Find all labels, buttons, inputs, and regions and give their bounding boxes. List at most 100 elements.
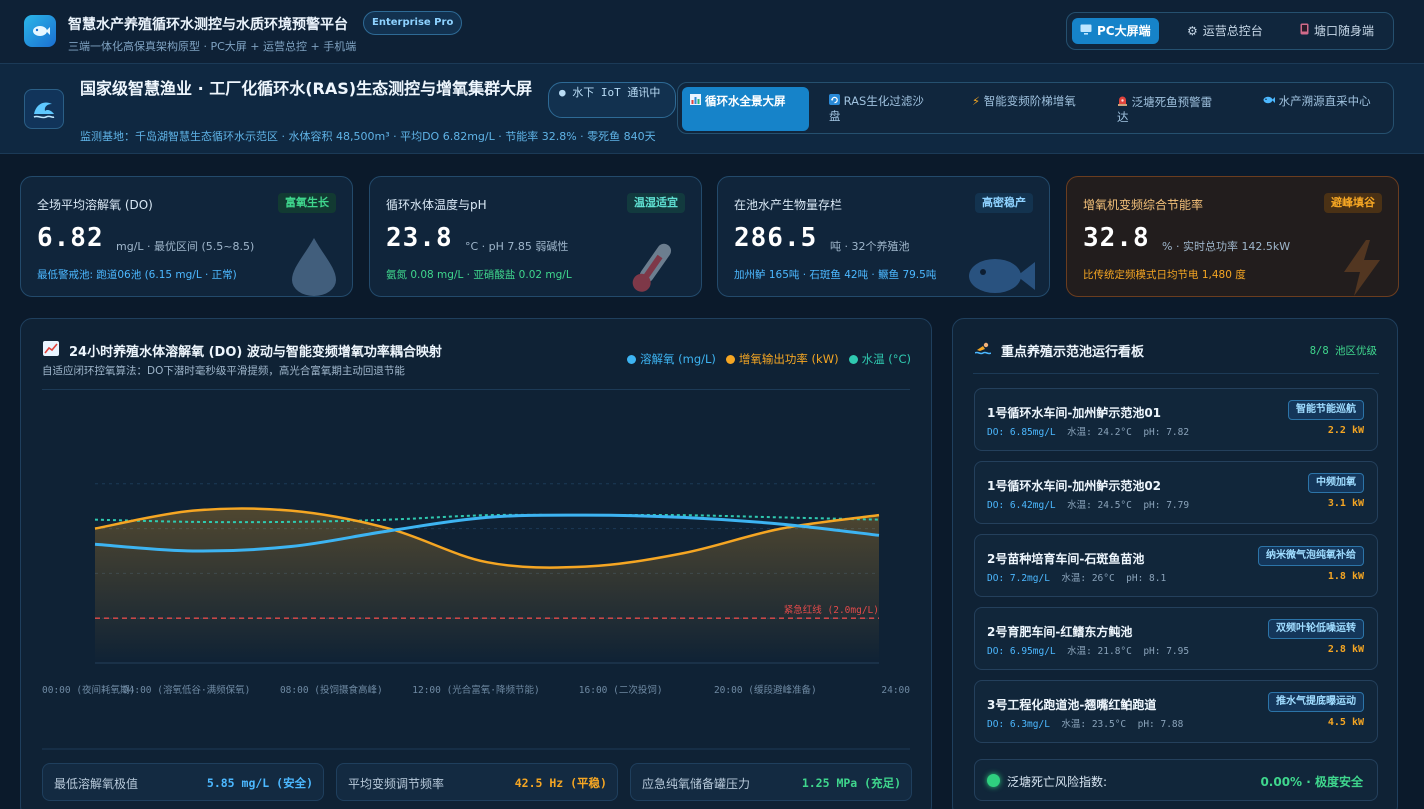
tab-fish-kill-radar[interactable]: 泛塘死鱼预警雷达 (1109, 87, 1229, 131)
site-info: 监测基地：千岛湖智慧生态循环水示范区 · 水体容积 48,500m³ · 平均D… (80, 130, 656, 143)
bar-chart-icon (690, 94, 705, 108)
kpi-title: 在池水产生物量存栏 (734, 198, 843, 212)
fish-logo-icon (33, 26, 50, 36)
pond-power: 1.8 kW (1327, 571, 1364, 582)
kpi-card-biomass: 在池水产生物量存栏 高密稳产 286.5 吨 · 32个养殖池 加州鲈 165吨… (717, 176, 1050, 297)
pond-mode-tag: 中频加氧 (1308, 473, 1364, 493)
pond-ph: pH: 8.1 (1126, 573, 1167, 584)
stat-min-do: 最低溶解氧极值 5.85 mg/L (安全) (42, 763, 324, 801)
pond-temperature: 水温: 23.5°C (1061, 719, 1127, 730)
dashboard-header: 国家级智慧渔业 · 工厂化循环水(RAS)生态测控与增氧集群大屏 ● 水下 Io… (0, 64, 1424, 154)
kpi-foot: 比传统定频模式日均节电 1,480 度 (1083, 269, 1246, 281)
board-status-count: 8/8 池区优级 (1309, 345, 1377, 357)
pond-name: 1号循环水车间-加州鲈示范池01 (987, 406, 1162, 420)
pond-card[interactable]: 1号循环水车间-加州鲈示范池01 智能节能巡航 DO: 6.85mg/L 水温:… (974, 388, 1378, 451)
pond-card[interactable]: 3号工程化跑道池-翘嘴红鲌跑道 推水气提底曝运动 DO: 6.3mg/L 水温:… (974, 680, 1378, 743)
tab-label: 智能变频阶梯增氧 (983, 94, 1076, 108)
pond-temperature: 水温: 26°C (1061, 573, 1115, 584)
kpi-badge: 温湿适宜 (627, 193, 685, 213)
risk-label: 泛塘死亡风险指数: (1007, 775, 1108, 789)
line-chart: 紧急红线 (2.0mg/L) 00:00 (夜间耗氧期)04:00 (溶氧低谷·满… (42, 483, 910, 750)
x-tick-label: 20:00 (缓段避峰准备) (714, 684, 817, 696)
pond-mode-tag: 纳米微气泡纯氧补给 (1258, 546, 1364, 566)
kpi-unit: mg/L · 最优区间 (5.5~8.5) (116, 240, 255, 253)
pond-card[interactable]: 1号循环水车间-加州鲈示范池02 中频加氧 DO: 6.42mg/L 水温: 2… (974, 461, 1378, 524)
tab-label: 泛塘死鱼预警雷达 (1117, 95, 1213, 124)
kpi-value: 6.82 (37, 223, 104, 253)
stat-label: 最低溶解氧极值 (54, 777, 139, 791)
kpi-value: 32.8 (1083, 223, 1150, 253)
threshold-label: 紧急红线 (2.0mg/L) (784, 604, 879, 616)
pond-ph: pH: 7.79 (1143, 500, 1190, 511)
page-title: 国家级智慧渔业 · 工厂化循环水(RAS)生态测控与增氧集群大屏 (80, 79, 533, 98)
monitor-icon (1080, 18, 1092, 44)
app-logo (24, 15, 56, 47)
x-tick-label: 12:00 (光合富氧·降频节能) (412, 684, 539, 696)
stat-value: 42.5 Hz (平稳) (514, 776, 607, 790)
pond-temperature: 水温: 21.8°C (1067, 646, 1132, 657)
stat-value: 5.85 mg/L (安全) (206, 776, 313, 790)
stat-label: 平均变频调节频率 (348, 777, 445, 791)
pond-name: 3号工程化跑道池-翘嘴红鲌跑道 (987, 698, 1157, 712)
view-tab-mobile[interactable]: 塘口随身端 (1292, 18, 1382, 44)
pond-do: DO: 6.85mg/L (987, 427, 1056, 438)
lightning-icon (1340, 240, 1384, 296)
tab-traceability[interactable]: 水产溯源直采中心 (1255, 87, 1380, 131)
pond-ph: pH: 7.82 (1143, 427, 1190, 438)
app-subtitle: 三端一体化高保真架构原型 · PC大屏 + 运营总控 + 手机端 (68, 40, 357, 53)
pond-name: 2号苗种培育车间-石斑鱼苗池 (987, 552, 1145, 566)
pond-do: DO: 6.95mg/L (987, 646, 1056, 657)
recycle-icon (829, 94, 844, 108)
kpi-foot: 氨氮 0.08 mg/L · 亚硝酸盐 0.02 mg/L (386, 269, 572, 281)
tab-label: 水产溯源直采中心 (1278, 94, 1371, 108)
kpi-card-temperature: 循环水体温度与pH 温湿适宜 23.8 °C · pH 7.85 弱碱性 氨氮 … (369, 176, 702, 297)
wave-icon (24, 89, 64, 129)
pond-mode-tag: 推水气提底曝运动 (1268, 692, 1364, 712)
tab-ras-filter[interactable]: RAS生化过滤沙盘 (821, 87, 941, 131)
x-tick-label: 08:00 (投饲摄食高峰) (280, 684, 383, 696)
stat-label: 应急纯氧储备罐压力 (642, 777, 751, 791)
x-tick-label: 16:00 (二次投饲) (579, 684, 663, 696)
pond-do: DO: 6.3mg/L (987, 719, 1050, 730)
fish-icon (963, 248, 1035, 296)
kpi-badge: 避峰填谷 (1324, 193, 1382, 213)
swimmer-icon (974, 341, 992, 360)
stat-value: 1.25 MPa (充足) (801, 776, 901, 790)
pond-card[interactable]: 2号苗种培育车间-石斑鱼苗池 纳米微气泡纯氧补给 DO: 7.2mg/L 水温:… (974, 534, 1378, 597)
phone-icon (1300, 18, 1309, 44)
tab-panorama[interactable]: 循环水全景大屏 (682, 87, 809, 131)
view-tab-label: PC大屏端 (1097, 24, 1151, 38)
thermometer-icon (617, 240, 687, 296)
fish-kill-risk-indicator: 泛塘死亡风险指数: 0.00% · 极度安全 (974, 759, 1378, 801)
pond-power: 2.8 kW (1327, 644, 1364, 655)
kpi-card-do: 全场平均溶解氧 (DO) 富氧生长 6.82 mg/L · 最优区间 (5.5~… (20, 176, 353, 297)
kpi-value: 23.8 (386, 223, 453, 253)
tab-aeration[interactable]: ⚡ 智能变频阶梯增氧 (964, 87, 1089, 131)
pond-metrics: DO: 6.85mg/L 水温: 24.2°C pH: 7.82 (987, 424, 1189, 438)
status-dot (987, 774, 1000, 787)
kpi-foot: 加州鲈 165吨 · 石斑鱼 42吨 · 鳜鱼 79.5吨 (734, 269, 937, 281)
pond-power: 3.1 kW (1327, 498, 1364, 509)
view-tab-pc[interactable]: PC大屏端 (1072, 18, 1159, 44)
pond-name: 2号育肥车间-红鳍东方鲀池 (987, 625, 1133, 639)
x-tick-label: 00:00 (夜间耗氧期) (42, 684, 135, 696)
pond-metrics: DO: 6.42mg/L 水温: 24.5°C pH: 7.79 (987, 497, 1189, 511)
pond-metrics: DO: 7.2mg/L 水温: 26°C pH: 8.1 (987, 570, 1166, 584)
kpi-title: 循环水体温度与pH (386, 198, 487, 212)
top-header: 智慧水产养殖循环水测控与水质环境预警平台 Enterprise Pro 三端一体… (0, 0, 1424, 64)
stat-oxygen-tank-pressure: 应急纯氧储备罐压力 1.25 MPa (充足) (630, 763, 912, 801)
iot-status-badge: ● 水下 IoT 通讯中 (548, 82, 676, 118)
board-title: 重点养殖示范池运行看板 (1001, 345, 1145, 360)
pond-card[interactable]: 2号育肥车间-红鳍东方鲀池 双频叶轮低噪运转 DO: 6.95mg/L 水温: … (974, 607, 1378, 670)
gear-icon: ⚙ (1187, 24, 1198, 38)
view-tab-ops[interactable]: ⚙ 运营总控台 (1179, 18, 1271, 44)
kpi-unit: °C · pH 7.85 弱碱性 (465, 240, 569, 253)
pond-status-board: 重点养殖示范池运行看板 8/8 池区优级 1号循环水车间-加州鲈示范池01 智能… (952, 318, 1398, 809)
pond-do: DO: 7.2mg/L (987, 573, 1050, 584)
pond-ph: pH: 7.88 (1137, 719, 1184, 730)
pond-power: 2.2 kW (1327, 425, 1364, 436)
view-switcher: PC大屏端 ⚙ 运营总控台 塘口随身端 (1066, 12, 1394, 50)
module-nav: 循环水全景大屏 RAS生化过滤沙盘 ⚡ 智能变频阶梯增氧 泛塘死鱼预警雷达 水产… (677, 82, 1394, 134)
tab-label: 循环水全景大屏 (705, 94, 786, 108)
kpi-title: 增氧机变频综合节能率 (1083, 198, 1204, 212)
